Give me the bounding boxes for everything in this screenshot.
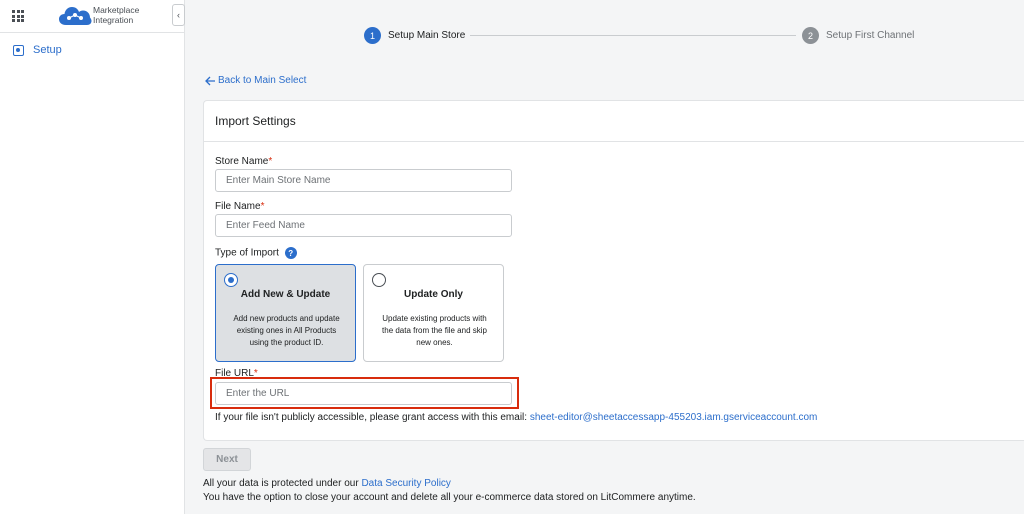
import-type-label: Type of Import ?: [215, 247, 297, 259]
access-note-text: If your file isn't publicly accessible, …: [215, 412, 528, 423]
setup-gear-icon: [13, 44, 24, 56]
step-setup-main-store: 1 Setup Main Store: [364, 27, 465, 44]
sidebar: Marketplace Integration ‹ Setup: [0, 0, 185, 514]
app-grid-icon[interactable]: [12, 10, 24, 22]
import-settings-card: Import Settings Store Name* File Name* T…: [203, 100, 1024, 441]
sidebar-item-label: Setup: [33, 44, 62, 56]
required-marker: *: [260, 201, 265, 212]
store-name-input[interactable]: [215, 169, 512, 192]
file-url-input[interactable]: [215, 382, 512, 405]
cloud-logo-icon: [59, 7, 92, 25]
access-note: If your file isn't publicly accessible, …: [215, 412, 817, 423]
arrow-left-icon: [205, 76, 215, 85]
service-account-email[interactable]: sheet-editor@sheetaccessapp-455203.iam.g…: [530, 412, 818, 423]
sidebar-item-setup[interactable]: Setup: [0, 40, 184, 60]
back-link-label: Back to Main Select: [218, 75, 307, 86]
import-option-update-only[interactable]: Update Only Update existing products wit…: [363, 264, 504, 362]
step-number-badge: 1: [364, 27, 381, 44]
import-type-label-text: Type of Import: [215, 247, 279, 259]
option-title: Update Only: [404, 289, 463, 300]
store-name-label: Store Name*: [215, 156, 272, 167]
store-name-label-text: Store Name: [215, 156, 269, 167]
data-security-note: All your data is protected under our Dat…: [203, 478, 451, 489]
option-description: Update existing products with the data f…: [382, 314, 487, 347]
account-deletion-note: You have the option to close your accoun…: [203, 492, 696, 503]
next-button[interactable]: Next: [203, 448, 251, 471]
back-to-main-select-link[interactable]: Back to Main Select: [205, 75, 306, 86]
card-title: Import Settings: [204, 101, 1024, 142]
step-setup-first-channel: 2 Setup First Channel: [802, 27, 914, 44]
security-note-text: All your data is protected under our: [203, 478, 359, 489]
collapse-sidebar-button[interactable]: ‹: [172, 4, 185, 26]
file-name-label: File Name*: [215, 201, 264, 212]
data-security-policy-link[interactable]: Data Security Policy: [361, 478, 450, 489]
step-number-badge: 2: [802, 27, 819, 44]
chevron-left-icon: ‹: [177, 10, 180, 20]
step-label: Setup First Channel: [826, 30, 915, 41]
logo-text-line2: Integration: [93, 14, 134, 25]
logo-text: Marketplace Integration: [93, 5, 139, 25]
stepper-connector: [470, 35, 796, 36]
required-marker: *: [268, 156, 273, 167]
help-icon[interactable]: ?: [284, 247, 297, 259]
import-option-add-new-update[interactable]: Add New & Update Add new products and up…: [215, 264, 356, 362]
step-label: Setup Main Store: [388, 30, 466, 41]
sidebar-header: Marketplace Integration ‹: [0, 0, 185, 33]
radio-unselected-icon[interactable]: [372, 273, 386, 287]
radio-selected-icon[interactable]: [224, 273, 238, 287]
file-name-input[interactable]: [215, 214, 512, 237]
option-description: Add new products and update existing one…: [233, 314, 340, 347]
file-name-label-text: File Name: [215, 201, 261, 212]
option-title: Add New & Update: [240, 289, 331, 300]
